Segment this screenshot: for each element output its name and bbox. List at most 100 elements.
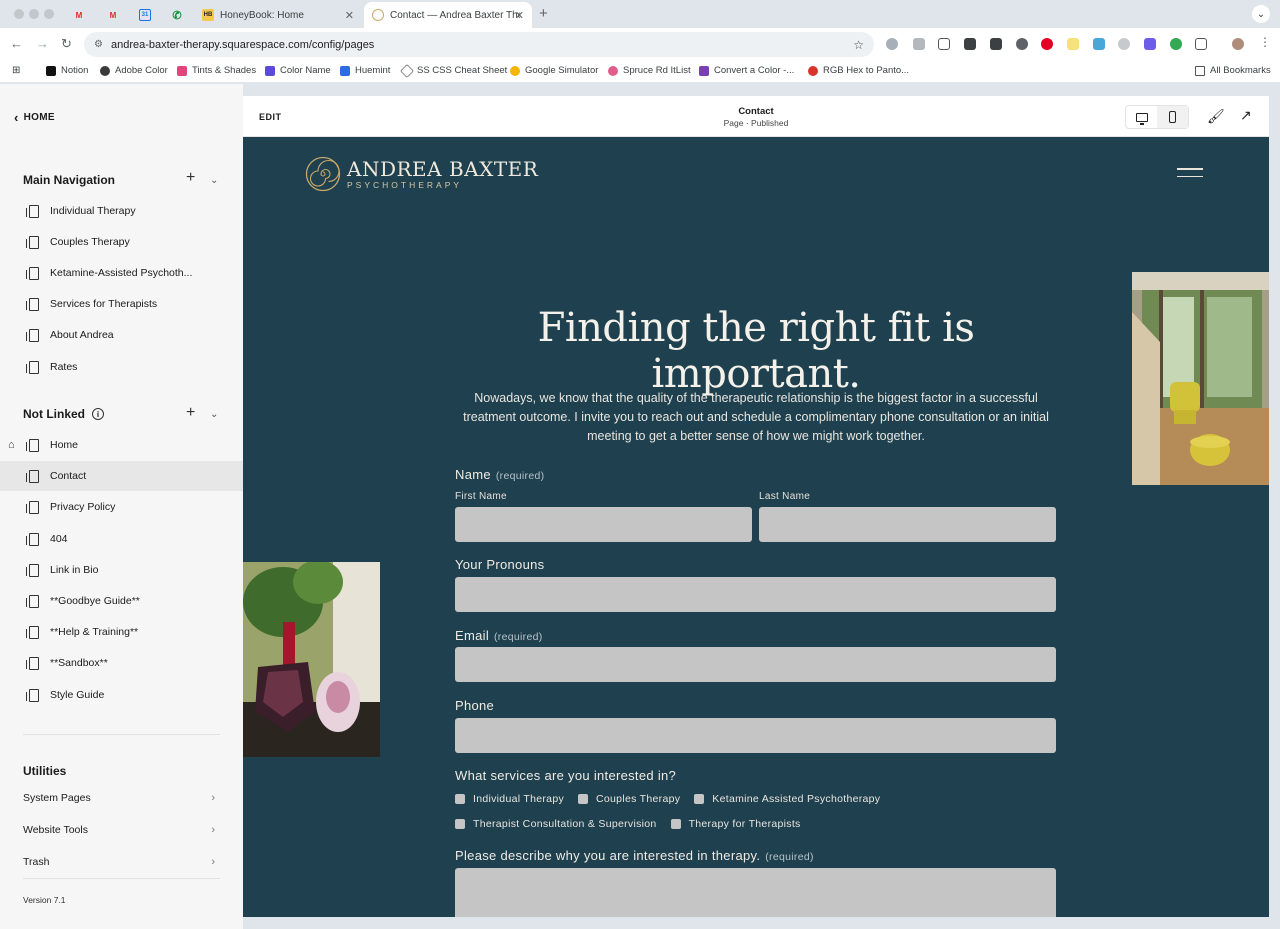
bookmark-notion[interactable]: Notion: [46, 65, 88, 76]
add-page-main-nav-button[interactable]: +: [186, 169, 195, 187]
mobile-view-button[interactable]: [1157, 106, 1188, 128]
chevron-left-icon: ‹: [14, 110, 19, 125]
sidebar-item-individual-therapy[interactable]: Individual Therapy: [0, 196, 243, 226]
bookmark-color-name[interactable]: Color Name: [265, 65, 331, 76]
m-extension-icon[interactable]: [1093, 38, 1105, 50]
forward-icon[interactable]: →: [36, 36, 49, 51]
browser-menu-icon[interactable]: ⋮: [1259, 35, 1271, 49]
utility-website-tools[interactable]: Website Tools ›: [23, 820, 220, 840]
site-logo[interactable]: ANDREA BAXTER PSYCHOTHERAPY: [305, 156, 538, 192]
info-icon[interactable]: i: [92, 408, 104, 420]
first-name-input[interactable]: [455, 507, 752, 542]
sidebar-item-style-guide[interactable]: Style Guide: [0, 680, 243, 710]
extension-icon[interactable]: [886, 38, 898, 50]
email-input[interactable]: [455, 647, 1056, 682]
bookmark-tints-shades[interactable]: Tints & Shades: [177, 65, 256, 76]
checkbox-couples-therapy[interactable]: [578, 794, 589, 804]
tab-contact[interactable]: Contact — Andrea Baxter The ✕: [364, 2, 532, 28]
address-bar[interactable]: ⚙ andrea-baxter-therapy.squarespace.com/…: [84, 32, 874, 57]
maximize-window-button[interactable]: [44, 9, 54, 19]
google-simulator-icon: [510, 65, 520, 76]
page-icon: [26, 563, 39, 577]
tab-calendar[interactable]: 31: [134, 2, 156, 28]
screenshot-icon[interactable]: [938, 38, 950, 50]
tab-honeybook[interactable]: HB HoneyBook: Home ✕: [194, 2, 362, 28]
tab-search-icon[interactable]: ⌄: [1252, 5, 1270, 23]
checkbox-ketamine[interactable]: [694, 794, 705, 804]
puzzle-extensions-icon[interactable]: [1195, 38, 1207, 50]
site-info-icon[interactable]: ⚙: [94, 39, 103, 50]
chevron-down-icon[interactable]: ⌄: [210, 175, 218, 186]
tab-gmail-1[interactable]: M: [68, 2, 90, 28]
phone-input[interactable]: [455, 718, 1056, 753]
notes-extension-icon[interactable]: [1067, 38, 1079, 50]
folder-icon: [1195, 65, 1205, 76]
apps-shortcut-icon[interactable]: ⊞: [12, 65, 20, 76]
profile-avatar[interactable]: [1232, 38, 1244, 50]
notion-icon: [46, 65, 56, 76]
sidebar-item-home[interactable]: ⌂ Home: [0, 430, 243, 460]
bookmark-adobe-color[interactable]: Adobe Color: [100, 65, 168, 76]
logo-text: ANDREA BAXTER PSYCHOTHERAPY: [347, 158, 538, 190]
checkbox-individual-therapy[interactable]: [455, 794, 465, 804]
green-extension-icon[interactable]: [1170, 38, 1182, 50]
new-tab-button[interactable]: +: [539, 5, 548, 22]
sidebar-item-help-training[interactable]: **Help & Training**: [0, 617, 243, 647]
page-icon: [26, 266, 39, 280]
close-icon[interactable]: ✕: [515, 9, 524, 22]
bookmark-huemint[interactable]: Huemint: [340, 65, 390, 76]
font-extension-icon[interactable]: [990, 38, 1002, 50]
expand-arrow-icon[interactable]: ↗: [1240, 107, 1252, 124]
back-icon[interactable]: ←: [10, 36, 23, 51]
desktop-view-button[interactable]: [1126, 106, 1157, 128]
hamburger-menu-icon[interactable]: [1177, 168, 1203, 183]
close-icon[interactable]: ✕: [345, 9, 354, 22]
bookmark-spruce-rd[interactable]: Spruce Rd ItList: [608, 65, 691, 76]
sidebar-item-ketamine[interactable]: Ketamine-Assisted Psychoth...: [0, 258, 243, 288]
sidebar-item-couples-therapy[interactable]: Couples Therapy: [0, 227, 243, 257]
nav-item-label: Ketamine-Assisted Psychoth...: [50, 267, 193, 279]
bookmark-convert-color[interactable]: Convert a Color -...: [699, 65, 794, 76]
url-text: andrea-baxter-therapy.squarespace.com/co…: [110, 38, 375, 51]
last-name-input[interactable]: [759, 507, 1056, 542]
tab-phone[interactable]: ✆: [166, 2, 188, 28]
sidebar-item-goodbye-guide[interactable]: **Goodbye Guide**: [0, 586, 243, 616]
describe-textarea[interactable]: [455, 868, 1056, 917]
sidebar-item-about-andrea[interactable]: About Andrea: [0, 320, 243, 350]
bookmark-label: Notion: [61, 65, 89, 76]
minimize-window-button[interactable]: [29, 9, 39, 19]
x-extension-icon[interactable]: [1118, 38, 1130, 50]
bookmark-rgb-hex-pantone[interactable]: RGB Hex to Panto...: [808, 65, 909, 76]
chevron-right-icon: ›: [211, 824, 215, 836]
camera-icon[interactable]: [913, 38, 925, 50]
reload-icon[interactable]: ↻: [61, 36, 72, 52]
tab-gmail-2[interactable]: M: [102, 2, 124, 28]
sidebar-item-404[interactable]: 404: [0, 524, 243, 554]
utility-trash[interactable]: Trash ›: [23, 852, 220, 872]
add-page-not-linked-button[interactable]: +: [186, 404, 195, 422]
bookmark-star-icon[interactable]: ☆: [853, 38, 864, 52]
bookmark-google-simulator[interactable]: Google Simulator: [510, 65, 598, 76]
chevron-down-icon[interactable]: ⌄: [210, 409, 218, 420]
utility-system-pages[interactable]: System Pages ›: [23, 788, 220, 808]
sidebar-item-privacy-policy[interactable]: Privacy Policy: [0, 492, 243, 522]
pronouns-input[interactable]: [455, 577, 1056, 612]
sidebar-item-services-therapists[interactable]: Services for Therapists: [0, 289, 243, 319]
site-favicon: [372, 9, 384, 21]
eyedropper-icon[interactable]: [1016, 38, 1028, 50]
bookmark-label: SS CSS Cheat Sheet: [417, 65, 508, 76]
site-styles-brush-icon[interactable]: 🖌: [1207, 108, 1225, 125]
home-back-link[interactable]: ‹ HOME: [14, 110, 55, 125]
sidebar-item-contact[interactable]: Contact: [0, 461, 243, 491]
sidebar-item-link-in-bio[interactable]: Link in Bio: [0, 555, 243, 585]
checkbox-therapy-for-therapists[interactable]: [670, 819, 681, 829]
checkbox-therapist-consultation[interactable]: [455, 819, 465, 829]
bookmark-css-cheat-sheet[interactable]: SS CSS Cheat Sheet: [399, 63, 508, 78]
pinterest-icon[interactable]: [1041, 38, 1053, 50]
all-bookmarks-folder[interactable]: All Bookmarks: [1195, 65, 1271, 76]
sidebar-item-sandbox[interactable]: **Sandbox**: [0, 648, 243, 678]
close-window-button[interactable]: [14, 9, 24, 19]
apps-grid-icon[interactable]: [964, 38, 976, 50]
sidebar-item-rates[interactable]: Rates: [0, 352, 243, 382]
k-extension-icon[interactable]: [1144, 38, 1156, 50]
